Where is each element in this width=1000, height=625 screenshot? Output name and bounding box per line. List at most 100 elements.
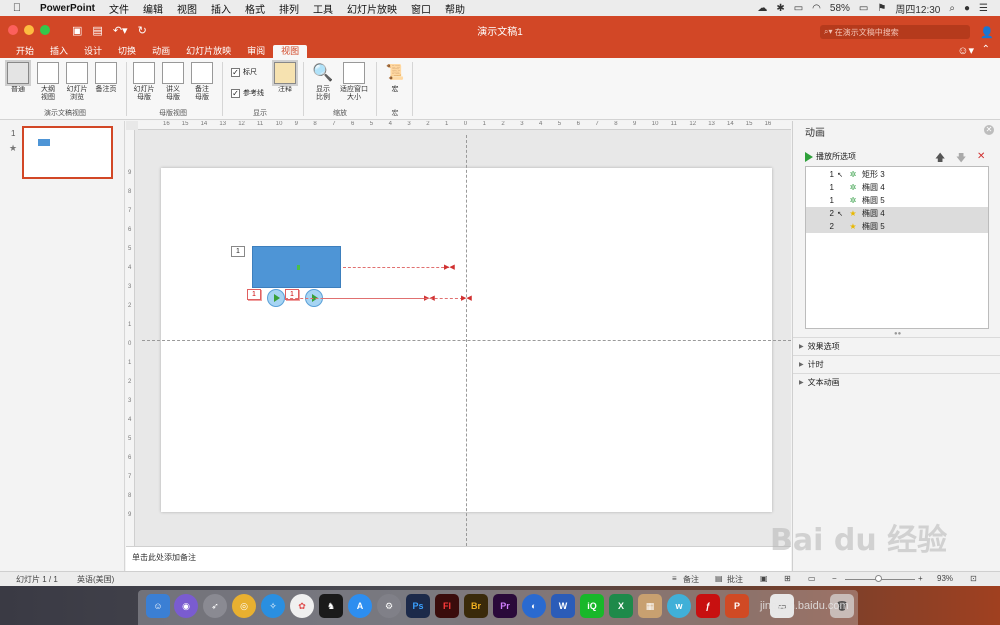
minimize-window-button[interactable] — [24, 25, 34, 35]
archive-utility-icon[interactable]: ▦ — [638, 594, 662, 618]
flash-icon[interactable]: Fl — [435, 594, 459, 618]
zoom-percentage[interactable]: 93% — [937, 574, 953, 583]
tab-insert[interactable]: 插入 — [42, 45, 76, 58]
bluetooth-icon[interactable]: ✱ — [776, 3, 784, 14]
sorter-view-status-icon[interactable]: ⊞ — [784, 574, 791, 583]
spotlight-icon[interactable]: ⌕ — [949, 3, 955, 14]
tab-transitions[interactable]: 切换 — [110, 45, 144, 58]
outline-view-button[interactable]: 大纲 视图 — [34, 62, 62, 102]
timing-section[interactable]: ▶ 计时 — [793, 355, 1000, 373]
menu-file[interactable]: 文件 — [109, 1, 129, 16]
animation-item[interactable]: 1 ✲ 椭圆 4 — [806, 181, 988, 194]
macro-button[interactable]: 📜 宏 — [381, 62, 409, 94]
app-store-icon[interactable]: A — [348, 594, 372, 618]
normal-view-button[interactable]: 普通 — [4, 60, 32, 94]
text-animation-section[interactable]: ▶ 文本动画 — [793, 373, 1000, 391]
vertical-ruler[interactable]: 9 8 7 6 5 4 3 2 1 0 1 2 3 4 5 6 7 8 9 — [126, 130, 135, 546]
motion-path[interactable] — [323, 298, 463, 299]
animation-order-tag[interactable]: 1 — [247, 289, 261, 300]
menu-tools[interactable]: 工具 — [313, 1, 333, 16]
siri-icon[interactable]: ◉ — [174, 594, 198, 618]
powerpoint-icon[interactable]: P — [725, 594, 749, 618]
play-selected-button[interactable]: 播放所选项 — [805, 151, 856, 162]
menu-format[interactable]: 格式 — [245, 1, 265, 16]
animation-item[interactable]: 2 ★ 椭圆 5 — [806, 220, 988, 233]
effect-options-section[interactable]: ▶ 效果选项 — [793, 337, 1000, 355]
tab-design[interactable]: 设计 — [76, 45, 110, 58]
handout-master-button[interactable]: 讲义 母版 — [159, 62, 187, 102]
photoshop-icon[interactable]: Ps — [406, 594, 430, 618]
zoom-out-icon[interactable]: − — [832, 574, 837, 583]
horizontal-ruler[interactable]: 16 15 14 13 12 11 10 9 8 7 6 5 4 3 2 1 0 1 2 3 4 5 6 7 8 9 10 11 12 1… — [138, 121, 791, 130]
notes-pane[interactable]: 单击此处添加备注 — [126, 546, 791, 571]
battery-icon[interactable]: ▭ — [859, 3, 868, 14]
rectangle-shape[interactable] — [252, 246, 341, 288]
feedback-smiley-icon[interactable]: ☺▾ — [957, 44, 974, 57]
fit-to-window-button[interactable]: 适应窗口 大小 — [338, 62, 370, 102]
cloud-icon[interactable]: ☁ — [757, 3, 767, 14]
notes-toggle-button[interactable]: 注释 — [271, 60, 299, 94]
apple-menu-icon[interactable]:  — [10, 2, 24, 14]
system-preferences-icon[interactable]: ⚙ — [377, 594, 401, 618]
animation-item[interactable]: 2 ↖ ★ 椭圆 4 — [806, 207, 988, 220]
slide-sorter-button[interactable]: 幻灯片 浏览 — [63, 62, 91, 102]
guides-checkbox[interactable]: ✓ 参考线 — [231, 88, 264, 98]
iqiyi-icon[interactable]: iQ — [580, 594, 604, 618]
menu-powerpoint[interactable]: PowerPoint — [40, 3, 95, 14]
flash-player-icon[interactable]: ƒ — [696, 594, 720, 618]
save-icon[interactable]: ▤ — [92, 24, 102, 37]
animation-order-tag[interactable]: 1 — [231, 246, 245, 257]
menu-help[interactable]: 帮助 — [445, 1, 465, 16]
horizontal-guide[interactable] — [142, 340, 791, 341]
close-pane-icon[interactable]: ✕ — [984, 125, 994, 135]
zoom-button[interactable]: 🔍 显示 比例 — [309, 62, 337, 102]
tab-home[interactable]: 开始 — [8, 45, 42, 58]
menu-slideshow[interactable]: 幻灯片放映 — [347, 1, 397, 16]
zoom-window-button[interactable] — [40, 25, 50, 35]
sidebar-toggle-icon[interactable]: ▣ — [72, 24, 82, 37]
word-icon[interactable]: W — [551, 594, 575, 618]
menu-view[interactable]: 视图 — [177, 1, 197, 16]
photos-icon[interactable]: ✿ — [290, 594, 314, 618]
qq-icon[interactable]: ♞ — [319, 594, 343, 618]
reading-view-status-icon[interactable]: ▭ — [808, 574, 816, 583]
zoom-slider-thumb[interactable] — [875, 575, 882, 582]
animation-list[interactable]: 1 ↖ ✲ 矩形 3 1 ✲ 椭圆 4 1 ✲ 椭圆 5 2 ↖ ★ 椭圆 4 … — [805, 166, 989, 329]
menu-insert[interactable]: 插入 — [211, 1, 231, 16]
ruler-checkbox[interactable]: ✓ 标尺 — [231, 67, 257, 77]
tab-view[interactable]: 视图 — [273, 45, 308, 58]
clock[interactable]: 周四12:30 — [895, 1, 940, 16]
excel-icon[interactable]: X — [609, 594, 633, 618]
normal-view-status-icon[interactable]: ▣ — [760, 574, 768, 583]
comments-status-button[interactable]: 批注 — [727, 574, 743, 585]
wifi-icon[interactable]: ◠ — [812, 3, 821, 14]
notes-page-button[interactable]: 备注页 — [92, 62, 120, 94]
user-avatar-icon[interactable]: ● — [964, 3, 970, 14]
animation-item[interactable]: 1 ↖ ✲ 矩形 3 — [806, 168, 988, 181]
notes-icon[interactable]: ≡ — [672, 574, 677, 583]
animation-item[interactable]: 1 ✲ 椭圆 5 — [806, 194, 988, 207]
ellipse-4-shape[interactable] — [267, 289, 285, 307]
menu-edit[interactable]: 编辑 — [143, 1, 163, 16]
wps-icon[interactable]: w — [667, 594, 691, 618]
launchpad-icon[interactable]: ➶ — [203, 594, 227, 618]
search-input[interactable]: ⌕▾ 在演示文稿中搜索 — [820, 25, 970, 39]
close-window-button[interactable] — [8, 25, 18, 35]
redo-icon[interactable]: ↻ — [138, 24, 147, 37]
motion-path[interactable] — [343, 267, 449, 268]
zoom-in-icon[interactable]: + — [918, 574, 923, 583]
undo-icon[interactable]: ↶▾ — [113, 24, 128, 37]
flag-icon[interactable]: ⚑ — [877, 3, 886, 14]
finder-icon[interactable]: ☺ — [146, 594, 170, 618]
rotation-handle[interactable] — [297, 265, 300, 270]
menu-window[interactable]: 窗口 — [411, 1, 431, 16]
browser-icon[interactable]: ◐ — [522, 594, 546, 618]
delete-animation-icon[interactable]: ✕ — [977, 151, 985, 162]
bridge-icon[interactable]: Br — [464, 594, 488, 618]
comments-icon[interactable]: ▤ — [715, 574, 723, 583]
chrome-icon[interactable]: ◎ — [232, 594, 256, 618]
menu-arrange[interactable]: 排列 — [279, 1, 299, 16]
language-indicator[interactable]: 英语(美国) — [77, 574, 114, 585]
notes-status-button[interactable]: 备注 — [683, 574, 699, 585]
tab-animations[interactable]: 动画 — [144, 45, 178, 58]
